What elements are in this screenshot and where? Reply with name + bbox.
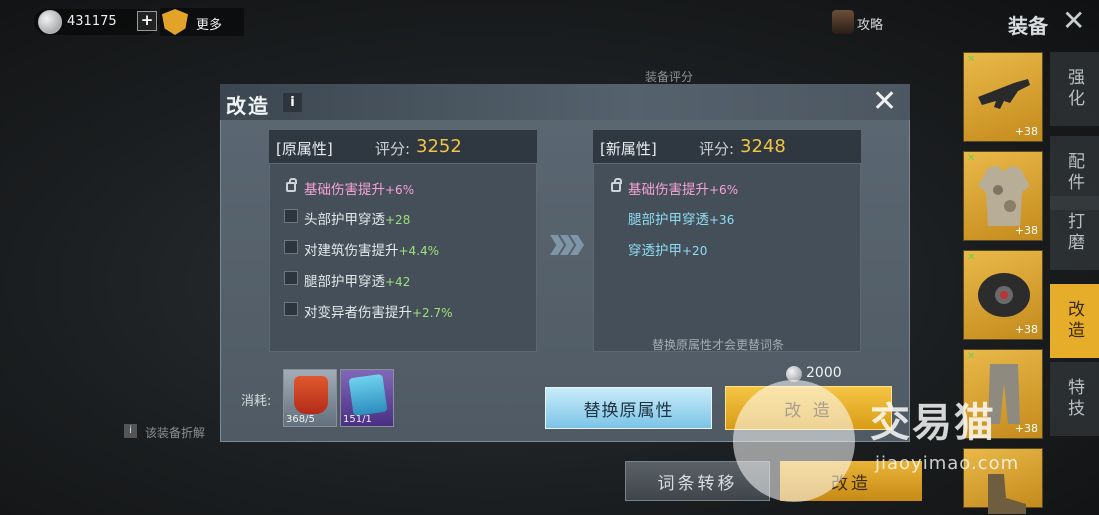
item-level: +38 [1014, 422, 1038, 435]
attr-name: 腿部护甲穿透 [304, 274, 385, 290]
blue-cube-icon [348, 373, 388, 417]
attr-value: +42 [385, 275, 411, 289]
attr-name: 基础伤害提升 [304, 182, 385, 198]
top-bar: 431175 + 更多 攻略 装备 ✕ [0, 0, 1099, 46]
attr-name: 腿部护甲穿透 [628, 212, 709, 228]
item-card-rifle[interactable]: ✕ +38 [963, 52, 1043, 142]
item-card-helmet[interactable]: ✕ +38 [963, 250, 1043, 340]
attr-name: 穿透护甲 [628, 243, 682, 259]
helmet-icon [978, 273, 1030, 317]
equipment-score-label: 装备评分 [645, 70, 694, 84]
dismantle-note: 该装备折解 [145, 426, 206, 440]
tab-polish[interactable]: 打磨 [1050, 196, 1099, 270]
original-score: 3252 [416, 136, 462, 157]
attr-name: 基础伤害提升 [628, 182, 709, 198]
close-icon[interactable]: ✕ [872, 86, 897, 118]
original-attr-row: 头部护甲穿透+28 [304, 208, 410, 228]
item-card-jacket[interactable]: ✕ +38 [963, 151, 1043, 241]
attr-value: +6% [709, 183, 739, 197]
new-attr-row: 腿部护甲穿透+36 [628, 208, 734, 228]
watermark-url: jiaoyimao.com [875, 453, 1020, 474]
attr-value: +20 [682, 244, 708, 258]
material-count: 151/1 [343, 414, 372, 425]
close-icon[interactable]: ✕ [1062, 6, 1085, 36]
attr-name: 对建筑伤害提升 [304, 243, 399, 259]
page-title: 装备 [1008, 14, 1048, 38]
transform-arrow-icon [550, 235, 584, 255]
original-score-label: 评分: [375, 140, 411, 158]
watermark-text: 交易猫 [870, 400, 996, 446]
material-slot-backpack[interactable]: 368/5 [283, 369, 337, 427]
material-count: 368/5 [286, 414, 315, 425]
lock-icon[interactable] [286, 178, 297, 192]
attr-value: +6% [385, 183, 415, 197]
silver-coin-icon [38, 10, 62, 34]
new-attr-row: 穿透护甲+20 [628, 239, 707, 259]
attr-value: +2.7% [412, 306, 453, 320]
modify-cost: 2000 [806, 365, 842, 381]
attr-name: 对变异者伤害提升 [304, 305, 412, 321]
item-level: +38 [1014, 224, 1038, 237]
replace-hint: 替换原属性才会更替词条 [652, 338, 785, 352]
replace-original-button[interactable]: 替换原属性 [545, 387, 712, 429]
rifle-icon [978, 79, 1030, 109]
item-level: +38 [1014, 125, 1038, 138]
lock-icon [611, 178, 622, 192]
new-score-label: 评分: [699, 140, 735, 158]
modify-dialog-header [220, 84, 910, 120]
camo-jacket-icon [978, 166, 1030, 226]
tab-modify[interactable]: 改造 [1050, 284, 1099, 358]
red-backpack-icon [294, 376, 328, 414]
currency-value: 431175 [67, 14, 117, 29]
new-score: 3248 [740, 136, 786, 157]
original-attr-row: 腿部护甲穿透+42 [304, 270, 410, 290]
add-currency-button[interactable]: + [137, 11, 157, 31]
more-label[interactable]: 更多 [196, 14, 222, 33]
watermark-logo-icon [733, 380, 855, 502]
original-attr-row: 对变异者伤害提升+2.7% [304, 301, 453, 321]
attr-name: 头部护甲穿透 [304, 212, 385, 228]
attr-value: +36 [709, 213, 735, 227]
new-tag: [新属性] [600, 140, 657, 158]
lock-checkbox[interactable] [284, 271, 298, 285]
attr-value: +4.4% [398, 244, 440, 258]
original-tag: [原属性] [276, 140, 333, 158]
lock-checkbox[interactable] [284, 302, 298, 316]
tab-special-skill[interactable]: 特技 [1050, 362, 1099, 436]
dialog-title: 改造 [226, 94, 270, 118]
tab-strengthen[interactable]: 强化 [1050, 52, 1099, 126]
guide-avatar-icon[interactable] [832, 10, 854, 34]
lock-checkbox[interactable] [284, 209, 298, 223]
cost-label: 消耗: [241, 394, 272, 409]
guide-label[interactable]: 攻略 [857, 14, 883, 33]
material-slot-cube[interactable]: 151/1 [340, 369, 394, 427]
original-attr-row: 对建筑伤害提升+4.4% [304, 239, 439, 259]
info-icon: i [124, 424, 137, 438]
item-level: +38 [1014, 323, 1038, 336]
new-attr-row: 基础伤害提升+6% [628, 178, 738, 198]
attr-value: +28 [385, 213, 411, 227]
lock-checkbox[interactable] [284, 240, 298, 254]
info-icon[interactable]: i [283, 93, 302, 112]
original-attr-row: 基础伤害提升+6% [304, 178, 414, 198]
